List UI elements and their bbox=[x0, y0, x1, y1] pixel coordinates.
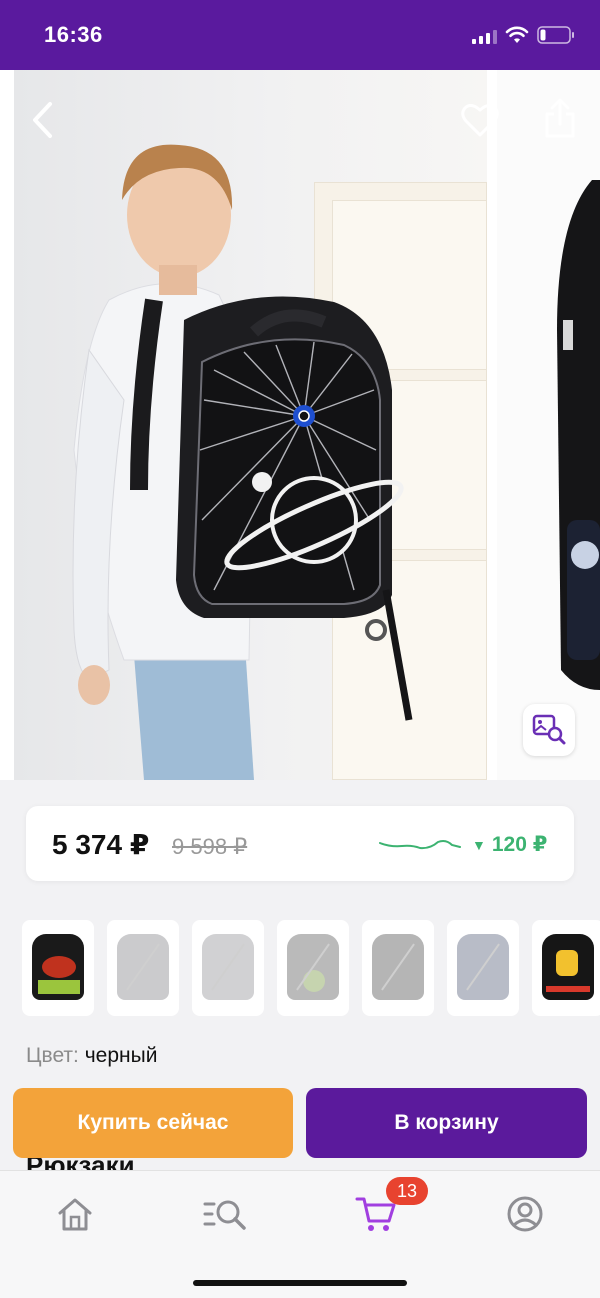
backpack-side-image bbox=[557, 180, 600, 690]
variant-thumb-grey-red[interactable] bbox=[107, 920, 179, 1016]
home-icon bbox=[58, 1198, 92, 1231]
triangle-down-icon: ▼ bbox=[472, 836, 486, 853]
next-product-photo-preview[interactable] bbox=[497, 70, 600, 780]
cart-count-badge: 13 bbox=[386, 1177, 428, 1205]
color-variant-list[interactable] bbox=[22, 920, 600, 1016]
share-button[interactable] bbox=[540, 96, 580, 140]
wifi-icon bbox=[505, 26, 529, 43]
battery-icon bbox=[537, 26, 574, 44]
current-price: 5 374 ₽ bbox=[52, 829, 150, 860]
tab-profile[interactable] bbox=[495, 1189, 555, 1239]
color-label: Цвет: bbox=[26, 1044, 79, 1067]
heart-icon bbox=[461, 103, 499, 137]
status-bar: 16:36 bbox=[0, 0, 600, 70]
color-value: черный bbox=[84, 1044, 158, 1067]
tab-home[interactable] bbox=[45, 1189, 105, 1239]
price-card: 5 374 ₽ 9 598 ₽ ▼ 120 ₽ bbox=[26, 806, 574, 881]
status-time: 16:36 bbox=[44, 22, 103, 47]
boy-with-backpack-image bbox=[72, 144, 413, 780]
cellular-signal-icon bbox=[472, 30, 497, 44]
image-search-icon bbox=[532, 714, 566, 745]
product-photo[interactable] bbox=[14, 70, 487, 780]
bottom-tab-bar: 13 bbox=[0, 1170, 600, 1298]
buy-now-button[interactable]: Купить сейчас bbox=[13, 1088, 293, 1158]
home-indicator bbox=[193, 1280, 407, 1286]
tab-catalog[interactable] bbox=[195, 1189, 255, 1239]
old-price: 9 598 ₽ bbox=[172, 834, 248, 859]
variant-thumb-dinosaurs[interactable] bbox=[22, 920, 94, 1016]
variant-thumb-red-black[interactable] bbox=[362, 920, 434, 1016]
price-history-sparkline[interactable] bbox=[378, 833, 462, 855]
variant-thumb-peace-yellow[interactable] bbox=[532, 920, 600, 1016]
favorite-button[interactable] bbox=[458, 98, 502, 142]
selected-color: Цвет: черный bbox=[26, 1044, 157, 1068]
variant-thumb-blue-space[interactable] bbox=[447, 920, 519, 1016]
share-icon bbox=[545, 98, 575, 138]
price-drop-value: 120 ₽ bbox=[491, 833, 548, 856]
add-to-cart-button[interactable]: В корзину bbox=[306, 1088, 587, 1158]
chevron-left-icon bbox=[33, 102, 52, 138]
product-gallery[interactable] bbox=[0, 70, 600, 780]
variant-thumb-football-green[interactable] bbox=[277, 920, 349, 1016]
back-button[interactable] bbox=[22, 98, 62, 142]
price-drop[interactable]: ▼ 120 ₽ bbox=[472, 832, 547, 857]
visual-search-button[interactable] bbox=[523, 704, 575, 756]
variant-thumb-grey[interactable] bbox=[192, 920, 264, 1016]
catalog-search-icon bbox=[203, 1200, 246, 1230]
profile-icon bbox=[507, 1196, 543, 1232]
